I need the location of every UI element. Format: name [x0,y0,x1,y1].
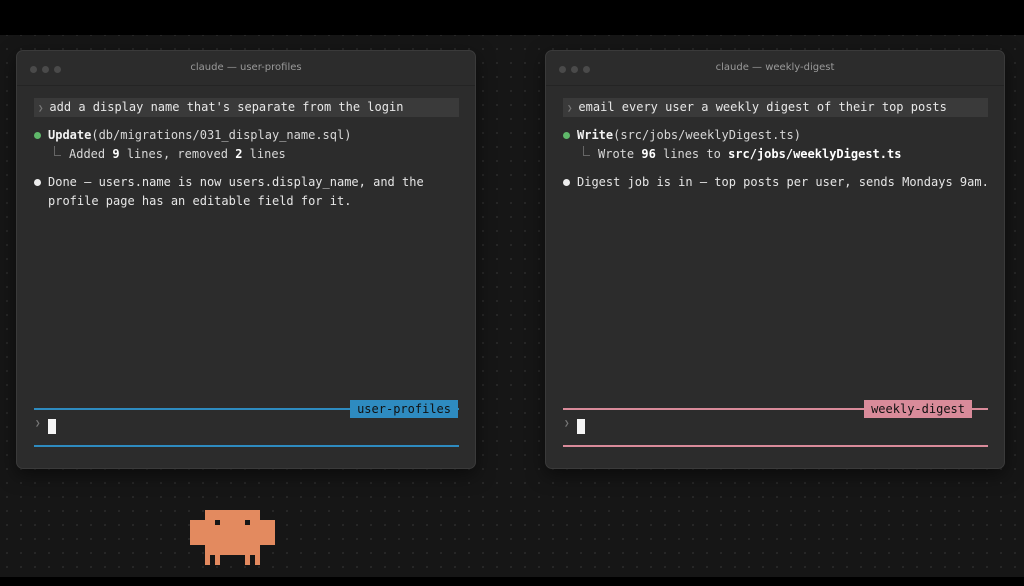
prompt-chevron-icon: ❯ [567,104,573,114]
pixel-crab-mascot-icon [190,510,275,565]
input-bottom-border [563,445,988,447]
prompt-chevron-icon: ❯ [38,104,44,114]
window-titlebar[interactable]: claude — user-profiles [17,51,475,86]
tool-name: Write [577,128,614,142]
tool-call-entry: Write(src/jobs/weeklyDigest.ts) Wrote 96… [563,126,993,164]
success-status-dot-icon [563,132,570,139]
top-letterbox-bar [0,0,1024,35]
input-chevron-icon: ❯ [35,419,41,429]
message-dot-icon [563,179,570,186]
message-dot-icon [34,179,41,186]
assistant-message-text: Done — users.name is now users.display_n… [48,175,424,208]
user-prompt-text: email every user a weekly digest of thei… [578,100,947,114]
window-titlebar[interactable]: claude — weekly-digest [546,51,1004,86]
success-status-dot-icon [34,132,41,139]
tool-result: Wrote 96 lines to src/jobs/weeklyDigest.… [583,145,993,164]
input-bottom-border [34,445,459,447]
tool-argument: (db/migrations/031_display_name.sql) [91,128,352,142]
tree-elbow-icon [583,146,590,156]
tool-result-text: lines to [655,147,729,161]
tool-argument: (src/jobs/weeklyDigest.ts) [613,128,801,142]
tool-result-text: Added [69,147,113,161]
session-tag: weekly-digest [864,400,972,418]
user-prompt: ❯ email every user a weekly digest of the… [563,98,988,117]
input-chevron-icon: ❯ [564,419,570,429]
tool-result-text: lines [242,147,286,161]
assistant-message: Digest job is in — top posts per user, s… [563,173,993,192]
lines-added-count: 9 [112,147,120,161]
assistant-message-text: Digest job is in — top posts per user, s… [577,175,989,189]
window-title: claude — weekly-digest [715,62,835,73]
user-prompt: ❯ add a display name that's separate from… [34,98,459,117]
bottom-letterbox-bar [0,577,1024,586]
terminal-window-weekly-digest[interactable]: claude — weekly-digest ❯ email every user… [545,50,1005,469]
user-prompt-text: add a display name that's separate from … [49,100,404,114]
terminal-window-user-profiles[interactable]: claude — user-profiles ❯ add a display na… [16,50,476,469]
session-tag: user-profiles [350,400,458,418]
tool-result-text: lines, removed [119,147,236,161]
tool-name: Update [48,128,92,142]
tree-elbow-icon [54,146,61,156]
text-cursor[interactable] [48,419,56,434]
tool-result: Added 9 lines, removed 2 lines [54,145,464,164]
lines-written-count: 96 [641,147,656,161]
assistant-message: Done — users.name is now users.display_n… [34,173,464,211]
written-file-path: src/jobs/weeklyDigest.ts [728,147,902,161]
tool-call-entry: Update(db/migrations/031_display_name.sq… [34,126,464,164]
tool-result-text: Wrote [598,147,642,161]
text-cursor[interactable] [577,419,585,434]
window-title: claude — user-profiles [190,62,302,73]
